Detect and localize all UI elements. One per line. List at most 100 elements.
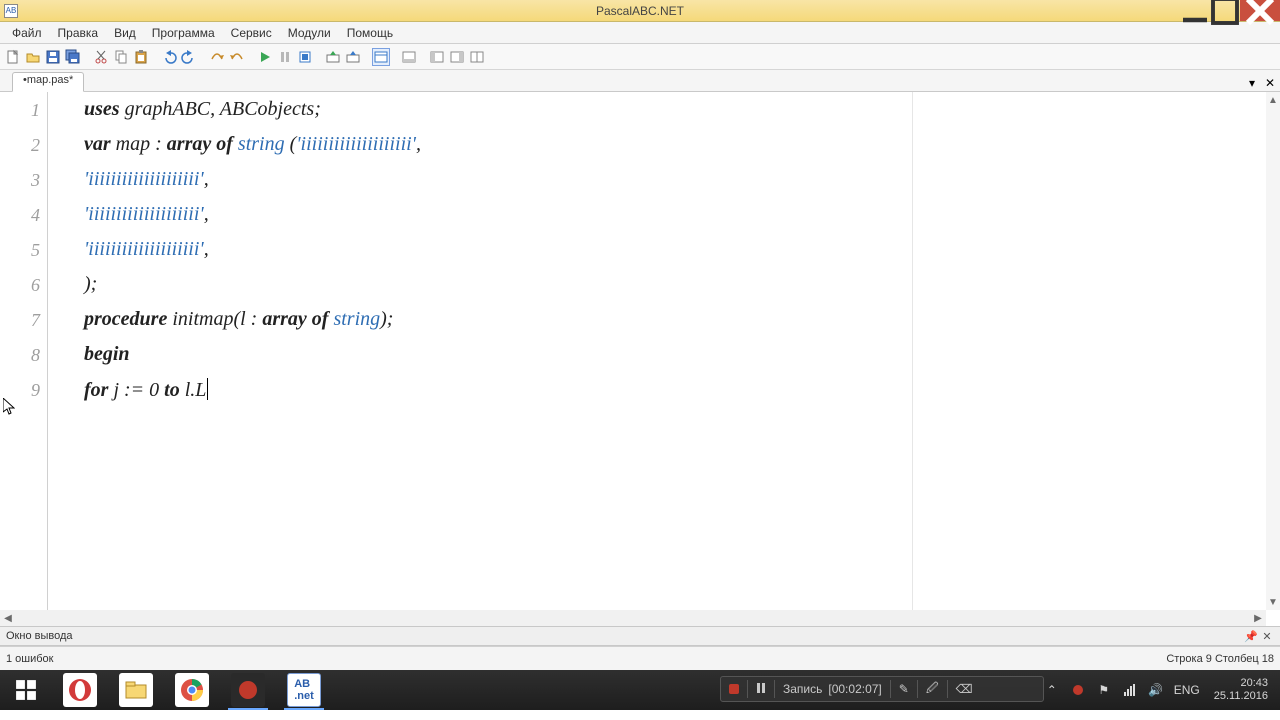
step-back-button[interactable]: [228, 48, 246, 66]
tray-clock[interactable]: 20:43 25.11.2016: [1210, 677, 1274, 702]
line-number: 2: [0, 135, 40, 156]
status-errors: 1 ошибок: [6, 653, 54, 665]
output-panel-title: Окно вывода: [6, 630, 73, 642]
tray-flag-icon[interactable]: ⚑: [1096, 682, 1112, 698]
step-over-button[interactable]: [208, 48, 226, 66]
build-button[interactable]: [344, 48, 362, 66]
menu-view[interactable]: Вид: [106, 24, 144, 42]
scroll-left-icon[interactable]: ◀: [0, 610, 16, 626]
task-opera[interactable]: [52, 670, 108, 710]
tray-date: 25.11.2016: [1214, 690, 1268, 703]
tray-network-icon[interactable]: [1122, 682, 1138, 698]
panel-2-button[interactable]: [428, 48, 446, 66]
new-file-button[interactable]: [4, 48, 22, 66]
menu-file[interactable]: Файл: [4, 24, 50, 42]
recorder-stop-icon[interactable]: [729, 684, 739, 694]
recorder-overlay[interactable]: Запись [00:02:07] ✎ 🖉 ⌫: [720, 676, 1044, 702]
task-recorder[interactable]: [220, 670, 276, 710]
menubar: Файл Правка Вид Программа Сервис Модули …: [0, 22, 1280, 44]
save-all-button[interactable]: [64, 48, 82, 66]
menu-modules[interactable]: Модули: [280, 24, 339, 42]
code-line[interactable]: uses graphABC, ABCobjects;: [84, 98, 321, 121]
tabs-dropdown-icon[interactable]: ▾: [1244, 75, 1260, 91]
recorder-label: Запись: [783, 682, 822, 696]
code-line[interactable]: for j := 0 to l.L: [84, 378, 208, 402]
tabs-close-icon[interactable]: ✕: [1262, 75, 1278, 91]
recorder-draw-icon[interactable]: ✎: [899, 682, 909, 696]
panel-4-button[interactable]: [468, 48, 486, 66]
vertical-scrollbar[interactable]: ▲ ▼: [1266, 92, 1280, 610]
status-cursor-position: Строка 9 Столбец 18: [1166, 653, 1274, 665]
undo-button[interactable]: [160, 48, 178, 66]
tray-time: 20:43: [1214, 677, 1268, 690]
line-gutter: 1 2 3 4 5 6 7 8 9: [0, 92, 48, 626]
code-line[interactable]: 'iiiiiiiiiiiiiiiiiiii',: [84, 168, 209, 191]
line-number: 7: [0, 310, 40, 331]
output-panel-header[interactable]: Окно вывода 📌 ✕: [0, 626, 1280, 646]
task-pascalabc[interactable]: AB.net: [276, 670, 332, 710]
recorder-time: [00:02:07]: [828, 682, 881, 696]
window-title: PascalABC.NET: [596, 4, 684, 18]
recorder-marker-icon[interactable]: 🖉: [926, 679, 939, 700]
window-close-button[interactable]: [1240, 0, 1280, 21]
recorder-pause-icon[interactable]: [756, 682, 766, 696]
window-maximize-button[interactable]: [1210, 0, 1240, 21]
horizontal-scrollbar[interactable]: ◀ ▶: [0, 610, 1266, 626]
system-tray: ⌃ ⚑ 🔊 ENG 20:43 25.11.2016: [1044, 670, 1280, 710]
scroll-up-icon[interactable]: ▲: [1266, 92, 1280, 108]
tray-record-icon[interactable]: [1070, 682, 1086, 698]
run-button[interactable]: [256, 48, 274, 66]
window-titlebar: AB PascalABC.NET: [0, 0, 1280, 22]
tray-volume-icon[interactable]: 🔊: [1148, 682, 1164, 698]
start-button[interactable]: [0, 670, 52, 710]
save-file-button[interactable]: [44, 48, 62, 66]
menu-help[interactable]: Помощь: [339, 24, 401, 42]
pin-icon[interactable]: 📌: [1244, 629, 1258, 643]
close-panel-icon[interactable]: ✕: [1260, 629, 1274, 643]
menu-program[interactable]: Программа: [144, 24, 223, 42]
panel-1-button[interactable]: [400, 48, 418, 66]
code-line[interactable]: var map : array of string ('iiiiiiiiiiii…: [84, 133, 421, 156]
line-number: 5: [0, 240, 40, 261]
code-line[interactable]: );: [84, 273, 97, 296]
stop-button[interactable]: [296, 48, 314, 66]
statusbar: 1 ошибок Строка 9 Столбец 18: [0, 646, 1280, 670]
file-tab-map-pas[interactable]: •map.pas*: [12, 72, 84, 92]
app-icon: AB: [4, 4, 18, 18]
code-editor[interactable]: 1 2 3 4 5 6 7 8 9 uses graphABC, ABCobjects; var …: [0, 92, 1280, 626]
line-number: 1: [0, 100, 40, 121]
panel-3-button[interactable]: [448, 48, 466, 66]
menu-service[interactable]: Сервис: [223, 24, 280, 42]
code-line[interactable]: begin: [84, 343, 130, 366]
paste-button[interactable]: [132, 48, 150, 66]
code-line[interactable]: 'iiiiiiiiiiiiiiiiiiii',: [84, 203, 209, 226]
copy-button[interactable]: [112, 48, 130, 66]
taskbar: AB.net Запись [00:02:07] ✎ 🖉 ⌫ ⌃ ⚑ 🔊 ENG…: [0, 670, 1280, 710]
line-number: 6: [0, 275, 40, 296]
view-windows-button[interactable]: [372, 48, 390, 66]
cut-button[interactable]: [92, 48, 110, 66]
toolbar: [0, 44, 1280, 70]
scroll-right-icon[interactable]: ▶: [1250, 610, 1266, 626]
code-line[interactable]: 'iiiiiiiiiiiiiiiiiiii',: [84, 238, 209, 261]
line-number: 8: [0, 345, 40, 366]
recorder-erase-icon[interactable]: ⌫: [956, 682, 973, 696]
tray-language[interactable]: ENG: [1174, 683, 1200, 697]
line-number: 4: [0, 205, 40, 226]
line-number: 3: [0, 170, 40, 191]
code-line[interactable]: procedure initmap(l : array of string);: [84, 308, 393, 331]
pause-button[interactable]: [276, 48, 294, 66]
scroll-down-icon[interactable]: ▼: [1266, 594, 1280, 610]
task-chrome[interactable]: [164, 670, 220, 710]
line-number: 9: [0, 380, 40, 401]
open-file-button[interactable]: [24, 48, 42, 66]
code-surface[interactable]: uses graphABC, ABCobjects; var map : arra…: [48, 92, 1266, 610]
tabstrip: •map.pas* ▾ ✕: [0, 70, 1280, 92]
task-explorer[interactable]: [108, 670, 164, 710]
window-minimize-button[interactable]: [1180, 0, 1210, 21]
text-caret: [207, 378, 208, 400]
menu-edit[interactable]: Правка: [50, 24, 107, 42]
redo-button[interactable]: [180, 48, 198, 66]
tray-up-icon[interactable]: ⌃: [1044, 682, 1060, 698]
compile-button[interactable]: [324, 48, 342, 66]
